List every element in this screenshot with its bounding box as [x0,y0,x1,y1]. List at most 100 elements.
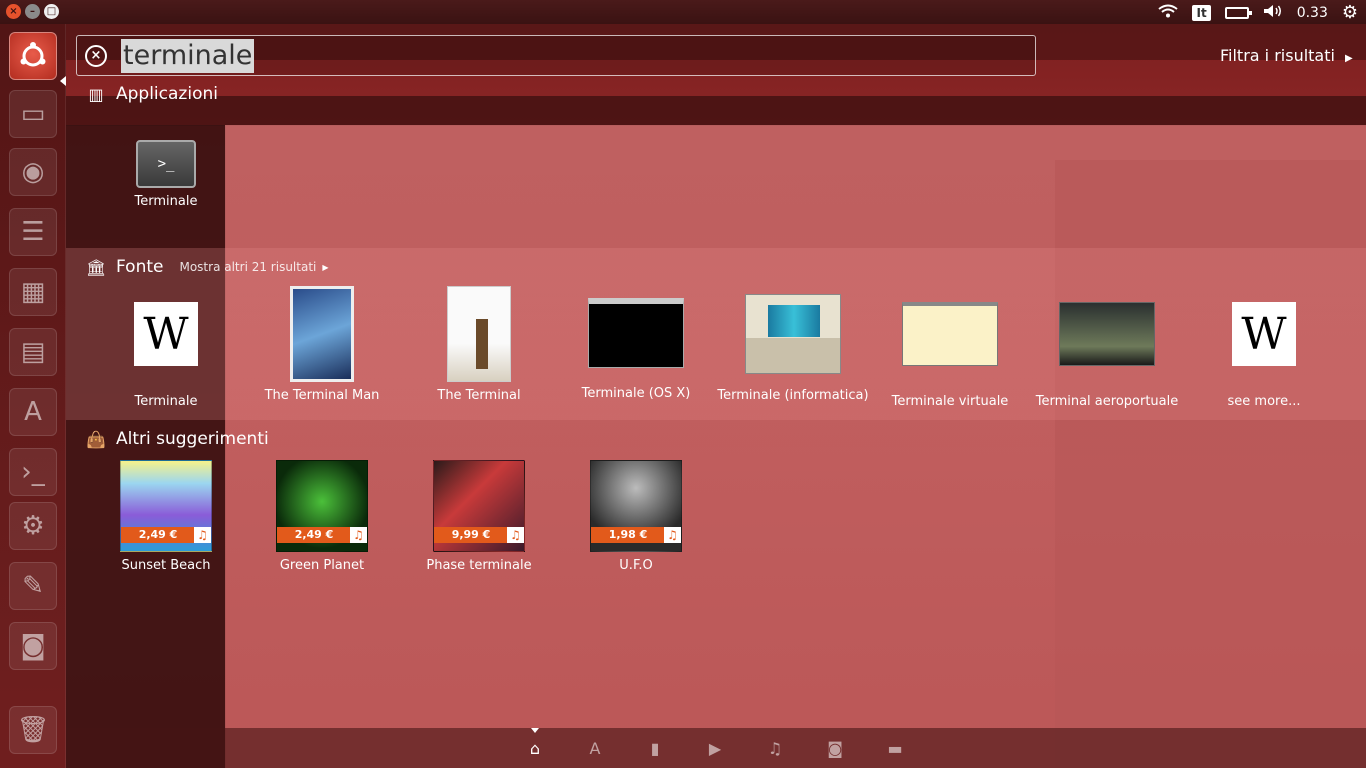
applications-lens-icon[interactable]: A [584,738,606,760]
terminal-screenshot [588,298,684,368]
lens-bar: ⌂ A ▮ ▶ ♫ ◙ ▬ [66,728,1366,768]
video-lens-icon[interactable]: ▶ [704,738,726,760]
clear-search-icon[interactable]: × [85,44,107,67]
launcher-active-arrow [60,76,66,86]
app-launcher-icon[interactable]: ✎ [9,562,57,610]
result-label: Terminale virtuale [891,394,1009,409]
music-note-icon: ♫ [663,527,681,543]
library-category-icon: 🏛 [86,257,107,277]
launcher: ▭ ◉ ☰ ▦ ▤ A ›_ ⚙ ✎ ◙ 🗑 [0,24,66,768]
result-see-more[interactable]: W see more... [1184,302,1344,409]
result-label: Terminale [134,194,198,209]
result-the-terminal[interactable]: The Terminal [399,286,559,403]
software-center-icon[interactable]: A [9,388,57,436]
category-title: Altri suggerimenti [116,429,269,449]
social-lens-icon[interactable]: ▬ [884,738,906,760]
search-input[interactable]: × terminale [76,35,1036,76]
result-terminale-osx[interactable]: Terminale (OS X) [556,298,716,401]
chevron-right-icon: ▶ [322,262,329,272]
show-more-results[interactable]: Mostra altri 21 risultati [179,260,316,274]
music-note-icon: ♫ [193,527,211,543]
result-wikipedia-terminale[interactable]: W Terminale [86,302,246,409]
photo-lens-icon[interactable]: ◙ [824,738,846,760]
home-lens-icon[interactable]: ⌂ [524,738,546,760]
shopping-bag-icon: 👜 [86,429,106,449]
result-label: U.F.O [619,558,653,573]
album-cover: 1,98 € ♫ [590,460,682,552]
calc-icon[interactable]: ▦ [9,268,57,316]
result-label: Terminale (informatica) [717,388,869,403]
result-label: The Terminal Man [264,388,380,403]
window-controls: × – □ [6,4,59,19]
filter-results-button[interactable]: Filtra i risultati ▶ [1220,46,1353,65]
album-cover: 2,49 € ♫ [276,460,368,552]
price-badge: 1,98 € [591,527,665,543]
movie-poster [447,286,511,382]
terminal-launcher-icon[interactable]: ›_ [9,448,57,496]
camera-launcher-icon[interactable]: ◙ [9,622,57,670]
category-suggestions-header[interactable]: 👜 Altri suggerimenti [86,429,269,449]
result-label: Phase terminale [426,558,532,573]
result-label: Terminale (OS X) [581,386,691,401]
result-terminal-app[interactable]: >_ Terminale [86,126,246,209]
close-icon[interactable]: × [6,4,21,19]
album-cover: 9,99 € ♫ [433,460,525,552]
result-terminal-man[interactable]: The Terminal Man [242,286,402,403]
music-note-icon: ♫ [349,527,367,543]
filter-results-label: Filtra i risultati [1220,46,1335,65]
settings-icon[interactable]: ⚙ [9,502,57,550]
top-panel: × – □ It 0.33 ⚙ [0,0,1366,24]
suggestion-green-planet[interactable]: 2,49 € ♫ Green Planet [242,460,402,573]
album-cover: 2,49 € ♫ [120,460,212,552]
files-icon[interactable]: ▭ [9,90,57,138]
dash-overlay: × terminale Filtra i risultati ▶ ▥ Applic… [66,24,1366,768]
virtual-terminal-screenshot [902,302,998,366]
result-label: Terminal aeroportuale [1035,394,1179,409]
search-query[interactable]: terminale [121,38,255,73]
wifi-icon[interactable] [1158,4,1179,22]
result-label: Green Planet [279,558,365,573]
wikipedia-icon: W [134,302,198,366]
gear-icon[interactable]: ⚙ [1342,2,1358,23]
suggestion-phase-terminale[interactable]: 9,99 € ♫ Phase terminale [399,460,559,573]
keyboard-layout-indicator[interactable]: It [1192,4,1211,21]
applications-category-icon: ▥ [88,84,104,104]
result-label: see more... [1227,394,1301,409]
price-badge: 2,49 € [277,527,351,543]
battery-icon[interactable] [1224,6,1252,19]
firefox-icon[interactable]: ◉ [9,148,57,196]
minimize-icon[interactable]: – [25,4,40,19]
result-label: Sunset Beach [121,558,211,573]
trash-icon[interactable]: 🗑 [9,706,57,754]
maximize-icon[interactable]: □ [44,4,59,19]
terminal-icon: >_ [136,140,196,188]
category-applications-header[interactable]: ▥ Applicazioni [86,84,218,104]
files-lens-icon[interactable]: ▮ [644,738,666,760]
volume-icon[interactable] [1263,4,1283,22]
price-badge: 9,99 € [434,527,508,543]
chevron-right-icon: ▶ [1344,53,1353,64]
result-terminale-virtuale[interactable]: Terminale virtuale [870,302,1030,409]
suggestion-sunset-beach[interactable]: 2,49 € ♫ Sunset Beach [86,460,246,573]
result-terminal-aeroportuale[interactable]: Terminal aeroportuale [1027,302,1187,409]
suggestion-ufo[interactable]: 1,98 € ♫ U.F.O [556,460,716,573]
music-lens-icon[interactable]: ♫ [764,738,786,760]
book-cover [290,286,354,382]
clock[interactable]: 0.33 [1297,5,1328,21]
active-lens-pointer [531,728,539,733]
computer-terminal-image [745,294,841,374]
category-sources-header[interactable]: 🏛 Fonte Mostra altri 21 risultati ▶ [86,257,329,277]
airport-terminal-image [1059,302,1155,366]
result-label: Terminale [134,394,198,409]
category-title: Fonte [116,257,164,277]
dash-home-icon[interactable] [9,32,57,80]
price-badge: 2,49 € [121,527,195,543]
indicator-area: It 0.33 ⚙ [1158,2,1358,23]
result-terminale-informatica[interactable]: Terminale (informatica) [713,294,873,403]
result-label: The Terminal [437,388,521,403]
impress-icon[interactable]: ▤ [9,328,57,376]
category-title: Applicazioni [116,84,218,104]
writer-icon[interactable]: ☰ [9,208,57,256]
music-note-icon: ♫ [506,527,524,543]
wikipedia-icon: W [1232,302,1296,366]
